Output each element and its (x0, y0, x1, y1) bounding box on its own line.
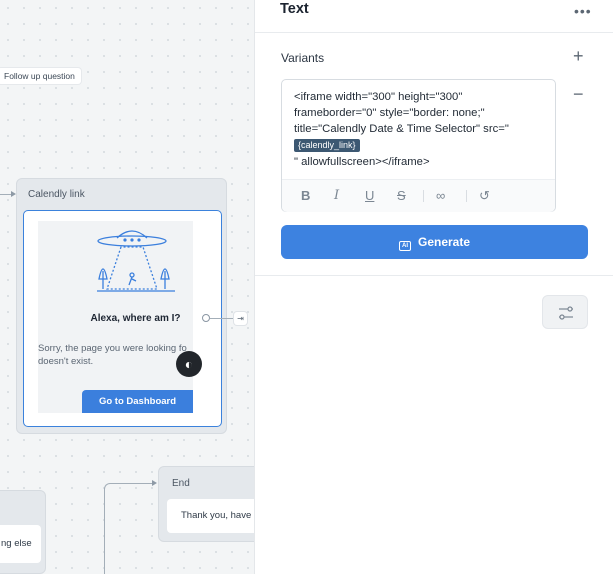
preview-body: Sorry, the page you were looking fo does… (38, 343, 193, 368)
editor-content[interactable]: <iframe width="300" height="300" framebo… (294, 89, 549, 170)
embed-preview: Alexa, where am I? Sorry, the page you w… (38, 221, 193, 413)
remove-variant-icon[interactable]: − (573, 85, 584, 103)
toolbar-divider (423, 190, 424, 202)
variants-label: Variants (281, 51, 325, 65)
connector-line (117, 483, 153, 484)
flow-canvas[interactable]: Follow up question Calendly link Alexa, … (0, 0, 254, 574)
generate-button[interactable]: AI Generate (281, 225, 588, 259)
partial-block[interactable]: ng else (0, 490, 46, 574)
calendly-logo-icon: ◐ (176, 351, 202, 377)
more-horizontal-icon[interactable]: ••• (574, 3, 592, 19)
block-title: End (172, 478, 190, 489)
end-message-card[interactable]: Thank you, have (167, 499, 254, 533)
connector-arrow (152, 480, 157, 486)
variable-chip[interactable]: {calendly_link} (294, 138, 360, 152)
sliders-icon (559, 306, 573, 320)
editor-line: " allowfullscreen></iframe> (294, 155, 430, 168)
follow-up-question-chip[interactable]: Follow up question (0, 68, 81, 84)
ufo-illustration (97, 230, 175, 292)
divider (255, 275, 613, 276)
editor-line: frameborder="0" style="border: none;" (294, 107, 485, 120)
calendly-link-block[interactable]: Calendly link Alexa, where am I? Sorry, … (16, 178, 227, 434)
format-toolbar: B I U S ∞ ↺ (282, 179, 555, 212)
go-to-dashboard-button[interactable]: Go to Dashboard (82, 390, 193, 413)
generate-label: Generate (417, 235, 471, 249)
bold-icon[interactable]: B (301, 188, 310, 203)
strikethrough-icon[interactable]: S (397, 188, 406, 203)
ai-icon: AI (398, 241, 411, 251)
preview-heading: Alexa, where am I? (90, 313, 181, 324)
block-title: Calendly link (28, 189, 85, 200)
text-editor[interactable]: <iframe width="300" height="300" framebo… (281, 79, 556, 212)
end-block[interactable]: End Thank you, have (158, 466, 254, 542)
panel-title: Text (280, 1, 309, 17)
editor-line: title="Calendly Date & Time Selector" sr… (294, 123, 509, 136)
connector-line (104, 483, 118, 495)
connector-line (104, 488, 105, 574)
add-variant-icon[interactable]: + (573, 47, 584, 65)
editor-panel: Text ••• Variants + − <iframe width="300… (254, 0, 613, 574)
italic-icon[interactable]: I (334, 188, 339, 203)
preview-body-line: doesn't exist. (38, 355, 94, 367)
preview-body-line: Sorry, the page you were looking fo (38, 343, 187, 354)
history-icon[interactable]: ↺ (479, 188, 490, 204)
partial-message-card[interactable]: ng else (0, 525, 41, 563)
message-card[interactable]: Alexa, where am I? Sorry, the page you w… (23, 210, 222, 427)
toolbar-divider (466, 190, 467, 202)
output-port[interactable] (202, 314, 210, 322)
settings-button[interactable] (542, 295, 588, 329)
editor-line: <iframe width="300" height="300" (294, 91, 463, 103)
link-target-icon[interactable]: ⇥ (234, 312, 247, 325)
panel-header: Text ••• (255, 0, 613, 33)
connector-line (210, 318, 235, 319)
link-icon[interactable]: ∞ (436, 188, 445, 203)
underline-icon[interactable]: U (365, 188, 374, 203)
